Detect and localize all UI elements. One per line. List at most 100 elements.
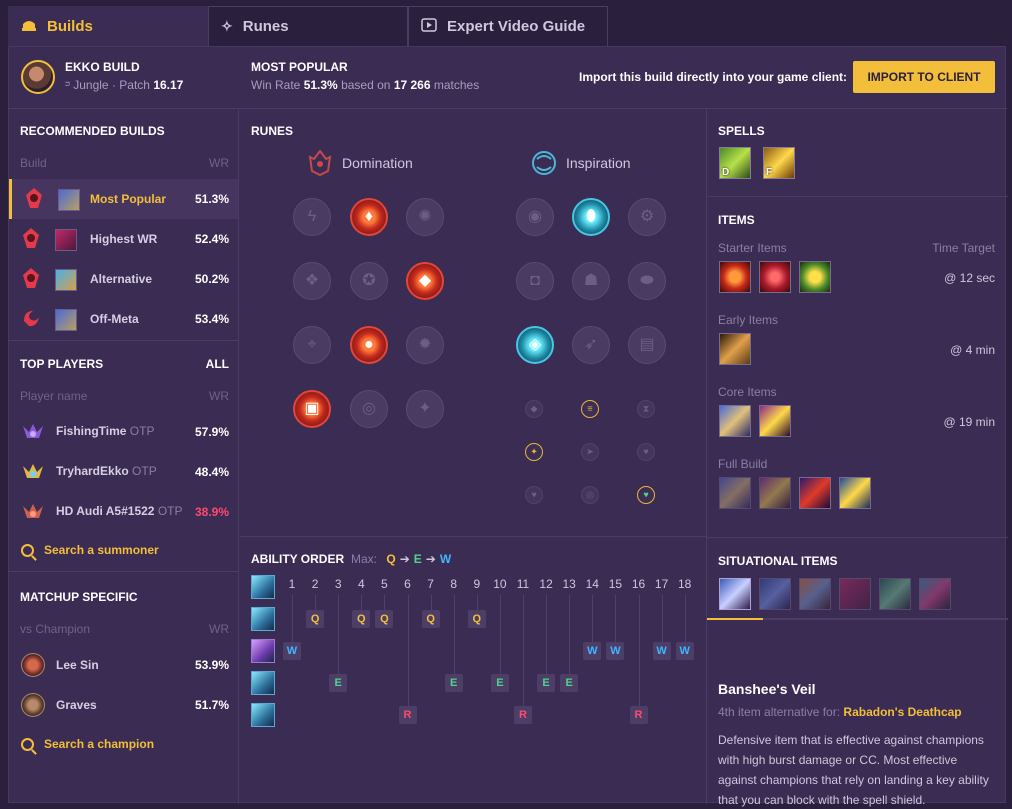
flash-spell-icon[interactable]: F — [763, 147, 795, 179]
rune-electrocute-inactive[interactable]: ϟ — [293, 198, 331, 236]
divider — [9, 571, 238, 572]
e-ability-icon — [251, 671, 275, 695]
rune-dark-harvest[interactable]: ✺ — [406, 198, 444, 236]
search-summoner-link[interactable]: Search a summoner — [21, 543, 159, 557]
player-row[interactable]: TryhardEkko OTP 48.4% — [9, 452, 238, 492]
skill-e-marker: E — [329, 674, 348, 692]
shard-health-scaling[interactable]: ♥ — [637, 443, 655, 461]
core-item-icon[interactable] — [719, 405, 751, 437]
champion-name: Graves — [56, 698, 97, 712]
swirl-icon: ✺ — [418, 208, 432, 225]
rune-slot[interactable]: ✦ — [406, 390, 444, 428]
rune-slot[interactable]: ⬬ — [628, 262, 666, 300]
rune-slot[interactable]: ⚙ — [628, 198, 666, 236]
rune-slot[interactable]: ◉ — [516, 198, 554, 236]
build-wr: 52.4% — [194, 232, 229, 246]
matches-label: matches — [433, 78, 480, 92]
rune-slot[interactable]: ✪ — [350, 262, 388, 300]
rune-slot[interactable]: ➶ — [572, 326, 610, 364]
build-row-off-meta[interactable]: Off-Meta 53.4% — [9, 299, 238, 339]
health-potion-icon[interactable] — [759, 261, 791, 293]
health-shard-icon: ♥ — [643, 446, 649, 457]
arrow-right-icon: ➔ — [425, 552, 436, 566]
situational-item-icon[interactable] — [759, 578, 791, 610]
rune-eyeball-collection[interactable]: ● — [350, 326, 388, 364]
level-number: 7 — [427, 577, 434, 591]
situational-item-icon[interactable] — [839, 578, 871, 610]
player-name-text: FishingTime — [56, 424, 127, 438]
rune-slot[interactable]: ✹ — [406, 326, 444, 364]
rune-slot[interactable]: ◘ — [516, 262, 554, 300]
player-row[interactable]: HD Audi A5#1522 OTP 38.9% — [9, 492, 238, 532]
popular-title: MOST POPULAR — [251, 60, 348, 74]
starter-item-icon[interactable] — [719, 261, 751, 293]
core-item-icon[interactable] — [759, 405, 791, 437]
smite-spell-icon[interactable]: D — [719, 147, 751, 179]
champion-name: Lee Sin — [56, 658, 99, 672]
skill-w-marker: W — [675, 642, 694, 660]
build-row-highest-wr[interactable]: Highest WR 52.4% — [9, 219, 238, 259]
level-number: 3 — [334, 577, 342, 591]
matchup-row[interactable]: Lee Sin 53.9% — [9, 645, 238, 685]
shard-attack-speed-active[interactable]: ≡ — [581, 400, 599, 418]
import-to-client-button[interactable]: IMPORT TO CLIENT — [853, 61, 995, 93]
inspiration-tree-header: Inspiration — [530, 149, 631, 177]
rune-glyph-icon: ✹ — [418, 336, 432, 353]
alt-item-link[interactable]: Rabadon's Deathcap — [843, 705, 961, 719]
situational-item-icon[interactable] — [799, 578, 831, 610]
situational-item-icon[interactable] — [879, 578, 911, 610]
shard-health[interactable]: ♥ — [525, 486, 543, 504]
shard-health-scaling-active[interactable]: ♥ — [637, 486, 655, 504]
rune-slot[interactable]: ❖ — [293, 262, 331, 300]
tab-builds[interactable]: Builds — [8, 6, 208, 46]
full-build-item-icon[interactable] — [759, 477, 791, 509]
max-label: Max: — [351, 552, 378, 566]
spells-title: SPELLS — [718, 124, 765, 138]
banshees-veil-icon[interactable] — [719, 578, 751, 610]
skill-e-marker: E — [490, 674, 509, 692]
build-row-most-popular[interactable]: Most Popular 51.3% — [9, 179, 238, 219]
situational-item-icon[interactable] — [919, 578, 951, 610]
early-item-icon[interactable] — [719, 333, 751, 365]
item-icon — [55, 269, 77, 291]
rune-slot[interactable]: ▤ — [628, 326, 666, 364]
shard-move-speed[interactable]: ➤ — [581, 443, 599, 461]
rune-electrocute-active[interactable]: ♦ — [350, 198, 388, 236]
shard-adaptive[interactable]: ◆ — [525, 400, 543, 418]
build-wr: 51.3% — [194, 192, 229, 206]
top-players-all-link[interactable]: ALL — [206, 357, 229, 371]
build-row-alternative[interactable]: Alternative 50.2% — [9, 259, 238, 299]
shard-ability-haste[interactable]: ⧗ — [637, 400, 655, 418]
full-build-item-icon[interactable] — [719, 477, 751, 509]
rune-slot[interactable]: ☗ — [572, 262, 610, 300]
tab-runes-label: Runes — [242, 18, 289, 35]
tab-runes[interactable]: ✧ Runes — [208, 6, 408, 46]
level-guide-line — [292, 595, 293, 642]
rune-cosmic-insight[interactable]: ◈ — [516, 326, 554, 364]
rune-slot[interactable]: ⌖ — [293, 326, 331, 364]
rune-magical-footwear[interactable]: ⬮ — [572, 198, 610, 236]
tab-video-guide[interactable]: Expert Video Guide — [408, 6, 608, 46]
build-wr: 53.4% — [194, 312, 229, 326]
rabadons-deathcap-icon[interactable] — [799, 477, 831, 509]
rune-treasure-hunter[interactable]: ▣ — [293, 390, 331, 428]
level-guide-line — [638, 595, 640, 706]
champion-avatar — [21, 60, 55, 94]
rune-taste-of-blood[interactable]: ◆ — [406, 262, 444, 300]
spell-key: F — [766, 167, 773, 178]
right-sidebar: SPELLS D F ITEMS Starter Items Time Targ… — [706, 109, 1008, 807]
player-row[interactable]: FishingTime OTP 57.9% — [9, 412, 238, 452]
win-rate-label: Win Rate — [251, 78, 301, 92]
matchup-row[interactable]: Graves 51.7% — [9, 685, 238, 725]
stealth-ward-icon[interactable] — [799, 261, 831, 293]
search-champion-link[interactable]: Search a champion — [21, 737, 154, 751]
rune-slot[interactable]: ◎ — [350, 390, 388, 428]
player-wr: 38.9% — [194, 505, 229, 519]
level-number: 13 — [562, 577, 576, 591]
build-name: Most Popular — [90, 192, 167, 206]
level-number: 9 — [473, 577, 481, 591]
search-icon — [21, 737, 34, 751]
full-build-item-icon[interactable] — [839, 477, 871, 509]
shard-tenacity[interactable]: ◎ — [581, 486, 599, 504]
shard-adaptive-active[interactable]: ✦ — [525, 443, 543, 461]
